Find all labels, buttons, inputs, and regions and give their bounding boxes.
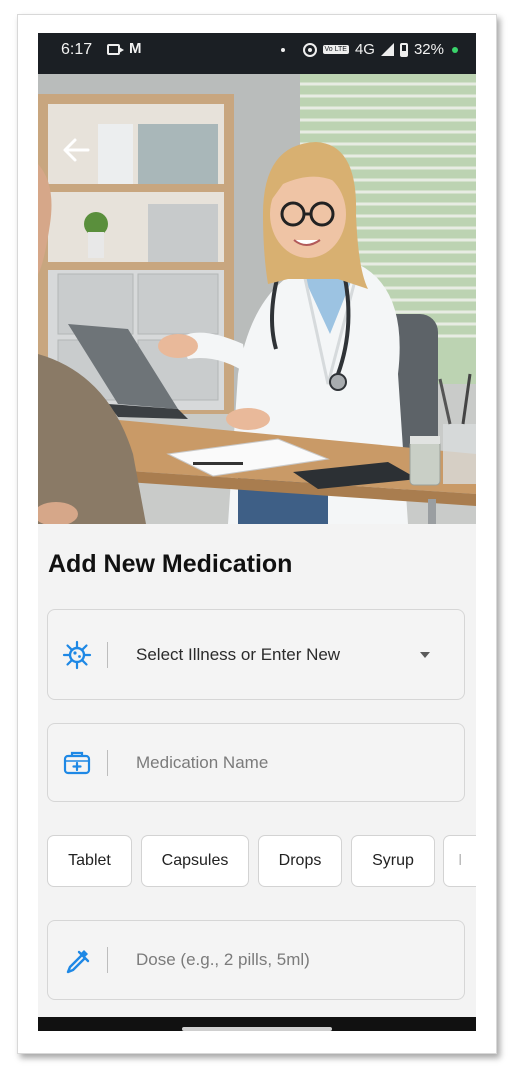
gmail-icon: M <box>129 40 141 57</box>
doctor-consultation-illustration <box>38 74 476 524</box>
field-divider <box>107 750 108 776</box>
medical-kit-icon <box>63 751 91 775</box>
chip-drops[interactable]: Drops <box>258 835 342 887</box>
notification-dot-icon <box>280 47 285 52</box>
hero-image <box>38 74 476 524</box>
hotspot-icon <box>302 42 317 57</box>
dose-placeholder: Dose (e.g., 2 pills, 5ml) <box>136 950 310 969</box>
medication-form-chips: Tablet Capsules Drops Syrup I <box>47 835 476 887</box>
status-bar: 6:17 M Vo LTE 4G 32% <box>38 33 476 74</box>
field-divider <box>107 642 108 668</box>
chip-capsules[interactable]: Capsules <box>141 835 249 887</box>
navigation-bar <box>38 1017 476 1031</box>
chip-syrup[interactable]: Syrup <box>351 835 435 887</box>
caret-down-icon[interactable] <box>420 652 430 658</box>
status-time: 6:17 <box>61 41 93 58</box>
page-title: Add New Medication <box>48 550 293 578</box>
network-type: 4G <box>354 41 375 58</box>
illness-select[interactable]: Select Illness or Enter New <box>47 609 465 700</box>
dropper-icon <box>66 950 90 974</box>
video-camera-icon <box>107 44 124 55</box>
virus-icon <box>62 640 92 670</box>
arrow-left-icon[interactable] <box>60 134 92 166</box>
chip-partial[interactable]: I <box>443 835 476 887</box>
signal-icon <box>380 43 394 56</box>
battery-percentage: 32% <box>413 41 444 58</box>
medication-name-placeholder: Medication Name <box>136 753 269 772</box>
battery-icon <box>399 42 408 57</box>
home-gesture-handle[interactable] <box>182 1027 332 1031</box>
medication-name-input[interactable]: Medication Name <box>47 723 465 802</box>
volte-icon: Vo LTE <box>322 45 349 54</box>
illness-select-value: Select Illness or Enter New <box>136 645 341 664</box>
chip-tablet[interactable]: Tablet <box>47 835 132 887</box>
dose-input[interactable]: Dose (e.g., 2 pills, 5ml) <box>47 920 465 1000</box>
privacy-indicator-icon <box>452 46 458 53</box>
field-divider <box>107 947 108 973</box>
phone-screen: 6:17 M Vo LTE 4G 32% Add New Medication … <box>38 33 476 1031</box>
status-indicators: Vo LTE 4G 32% <box>280 41 458 58</box>
